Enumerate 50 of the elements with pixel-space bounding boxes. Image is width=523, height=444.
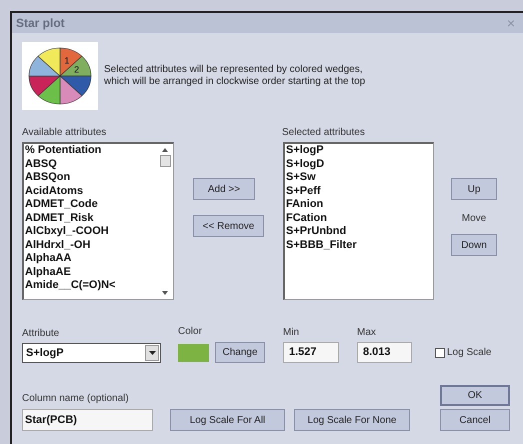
attribute-dropdown[interactable]: S+logP — [22, 343, 161, 363]
scroll-down-icon[interactable] — [162, 291, 168, 295]
list-item[interactable]: S+logD — [286, 158, 433, 171]
move-label: Move — [462, 212, 486, 226]
max-field[interactable]: 8.013 — [357, 342, 412, 363]
list-item[interactable]: Amide__C(=O)N< — [25, 279, 157, 292]
list-item[interactable]: S+PrUnbnd — [286, 225, 433, 238]
min-label: Min — [283, 326, 300, 340]
list-item[interactable]: FCation — [286, 212, 433, 225]
list-item[interactable]: ADMET_Risk — [25, 212, 157, 225]
log-scale-all-button[interactable]: Log Scale For All — [170, 409, 285, 431]
column-name-field[interactable]: Star(PCB) — [22, 409, 153, 431]
list-item[interactable]: S+Peff — [286, 184, 433, 198]
log-scale-label: Log Scale — [447, 346, 492, 360]
up-button[interactable]: Up — [451, 178, 497, 200]
scroll-up-icon[interactable] — [162, 148, 168, 152]
attribute-label: Attribute — [22, 327, 60, 341]
description-text: Selected attributes will be represented by colored wedges, which will be arranged in clockwise order starting at the top — [104, 64, 366, 88]
list-item[interactable]: S+logP — [286, 144, 433, 158]
selected-list[interactable]: S+logP S+logD S+Sw S+Peff FAnion FCation S+PrUnbnd S+BBB_Filter — [283, 142, 434, 300]
min-field[interactable]: 1.527 — [283, 342, 339, 363]
available-list[interactable]: % Potentiation ABSQ ABSQon AcidAtoms ADMET_Code ADMET_Risk AlCbxyl_-COOH AlHdrxl_-OH AlphaAA AlphaAE Amide__C(=O)N< — [22, 142, 174, 300]
max-label: Max — [357, 326, 377, 340]
list-item[interactable]: FAnion — [286, 198, 433, 212]
log-scale-checkbox[interactable] — [435, 348, 445, 358]
column-name-label: Column name (optional) — [22, 392, 130, 406]
scroll-thumb[interactable] — [160, 155, 170, 167]
list-item[interactable]: AlHdrxl_-OH — [25, 238, 157, 252]
remove-button[interactable]: << Remove — [193, 215, 264, 237]
cancel-button[interactable]: Cancel — [440, 409, 510, 431]
list-label: Available attributes — [22, 126, 108, 140]
list-item[interactable]: S+BBB_Filter — [286, 238, 433, 252]
list-item[interactable]: ABSQon — [25, 171, 157, 184]
ok-button[interactable]: OK — [440, 385, 510, 406]
color-label: Color — [178, 325, 203, 339]
dropdown-caret-icon[interactable] — [145, 345, 159, 361]
list-item[interactable]: AlphaAA — [25, 252, 157, 266]
list-item[interactable]: S+Sw — [286, 171, 433, 184]
list-item[interactable]: ABSQ — [25, 158, 157, 171]
list-item[interactable]: AlphaAE — [25, 266, 157, 279]
window-title: Star plot — [16, 15, 65, 32]
list-item[interactable]: ADMET_Code — [25, 198, 157, 212]
down-button[interactable]: Down — [451, 234, 497, 256]
list-item[interactable]: AlCbxyl_-COOH — [25, 225, 157, 238]
list-item[interactable]: AcidAtoms — [25, 184, 157, 198]
add-button[interactable]: Add >> — [193, 178, 255, 200]
log-scale-none-button[interactable]: Log Scale For None — [294, 409, 410, 431]
list-item[interactable]: % Potentiation — [25, 144, 157, 158]
list-label: Selected attributes — [282, 126, 366, 140]
change-button[interactable]: Change — [215, 342, 265, 363]
